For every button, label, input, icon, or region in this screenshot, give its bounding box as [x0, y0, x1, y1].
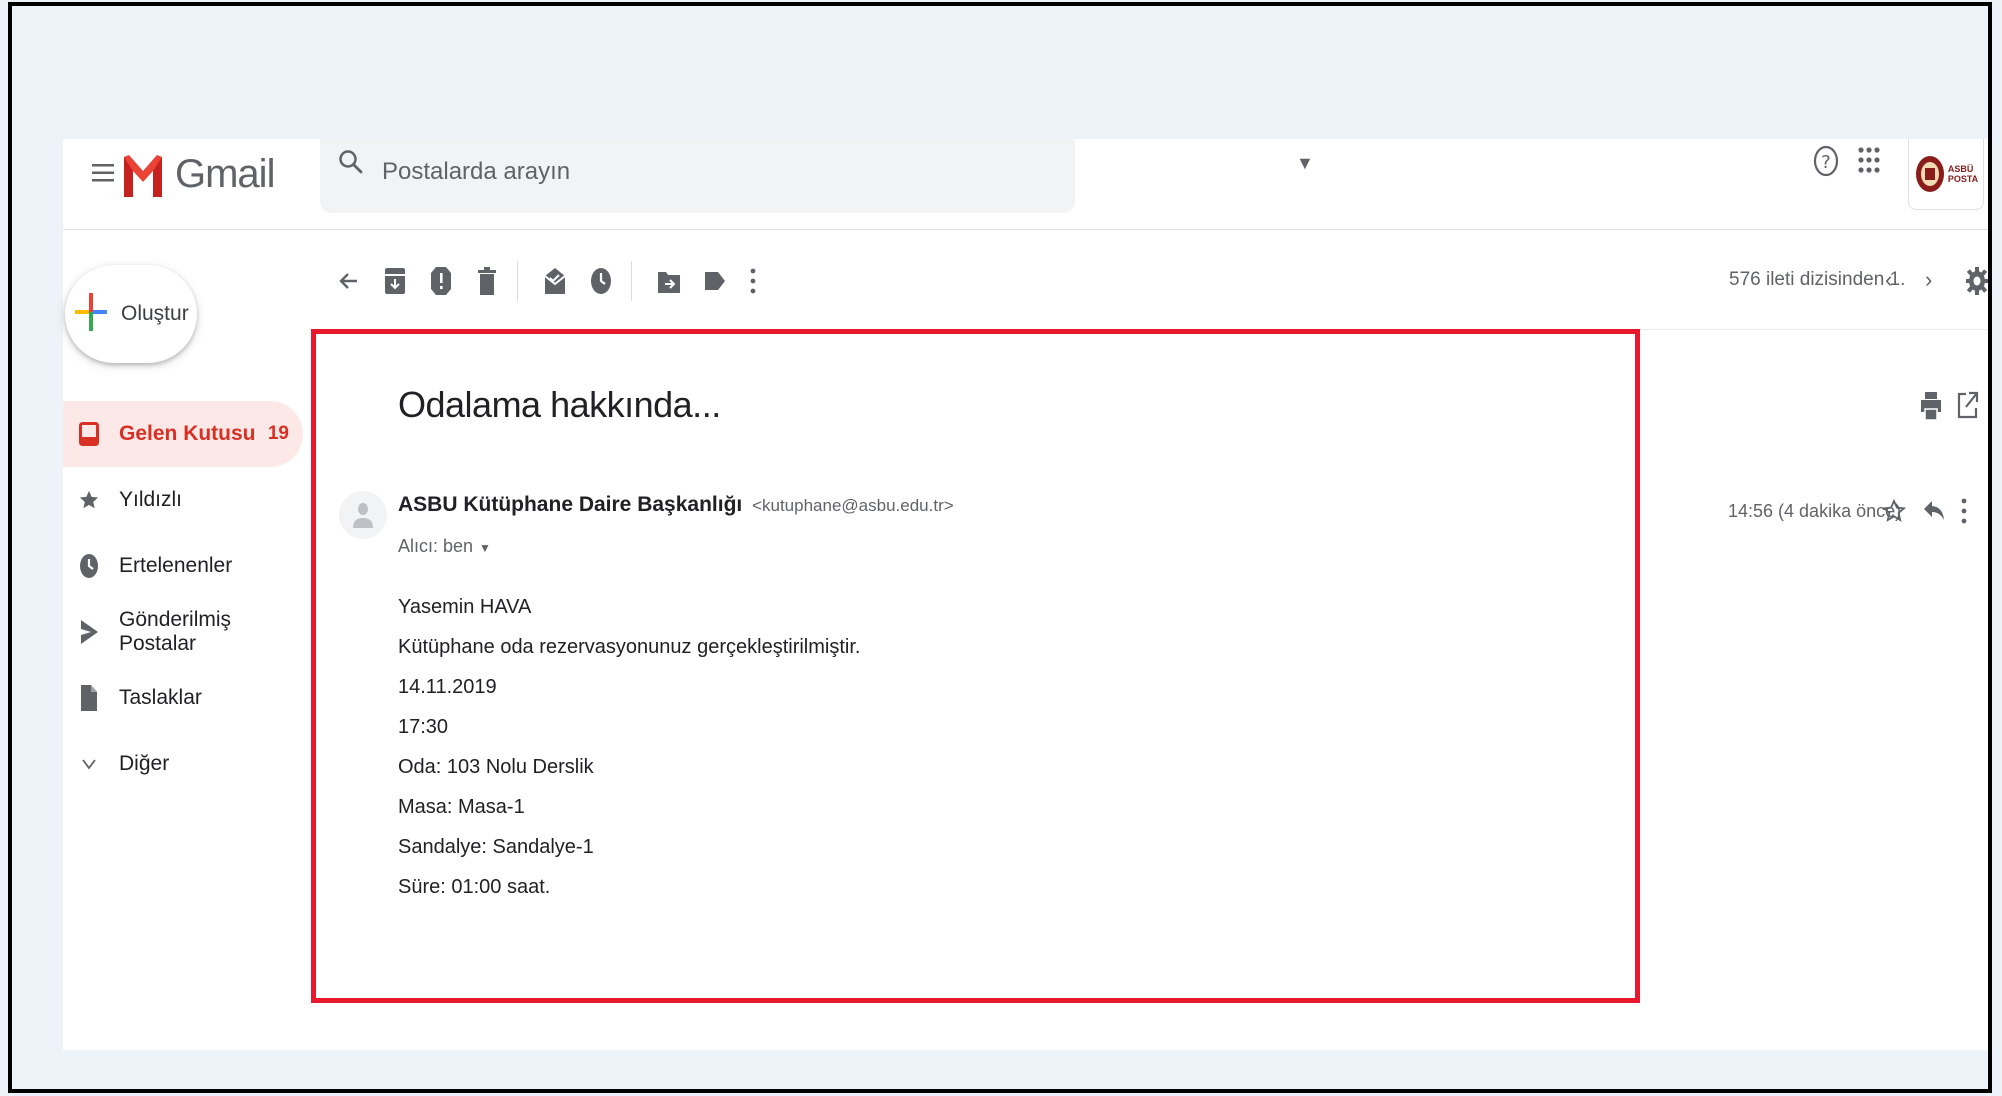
sidebar-item-label: Yıldızlı	[119, 488, 183, 511]
search-icon[interactable]	[338, 149, 364, 180]
account-button[interactable]: ASBÜ POSTA	[1908, 139, 1984, 210]
sender-info: ASBU Kütüphane Daire Başkanlığı <kutupha…	[398, 493, 954, 517]
previous-page-chevron-icon[interactable]: ‹	[1885, 267, 1892, 293]
email-body-line: Masa: Masa-1	[398, 796, 525, 818]
print-icon[interactable]	[1920, 391, 1942, 426]
recipient-caret-icon[interactable]: ▼	[479, 541, 491, 555]
recipient-details[interactable]: Alıcı: ben ▼	[398, 536, 491, 557]
email-body-line: Oda: 103 Nolu Derslik	[398, 756, 594, 778]
sidebar-item-starred[interactable]: Yıldızlı	[63, 467, 303, 533]
menu-icon[interactable]	[79, 149, 127, 197]
back-arrow-icon[interactable]	[331, 263, 367, 299]
sidebar-item-inbox[interactable]: Gelen Kutusu 19	[63, 401, 303, 467]
email-body-line: Yasemin HAVA	[398, 596, 532, 618]
search-input[interactable]	[380, 151, 1004, 193]
sidebar-item-sent[interactable]: Gönderilmiş Postalar	[63, 599, 303, 665]
more-vertical-icon[interactable]	[1961, 497, 1967, 530]
sender-name[interactable]: ASBU Kütüphane Daire Başkanlığı	[398, 493, 742, 516]
sidebar-item-label: Taslaklar	[119, 686, 202, 709]
open-in-new-window-icon[interactable]	[1957, 391, 1979, 424]
unread-count-badge: 19	[267, 423, 289, 444]
email-body-line: 14.11.2019	[398, 676, 497, 698]
clock-icon	[77, 554, 101, 578]
search-bar[interactable]: ▼	[320, 139, 1314, 213]
account-logo-text-1: ASBÜ	[1947, 164, 1974, 174]
reply-icon[interactable]	[1922, 497, 1946, 528]
draft-icon	[77, 685, 101, 711]
star-outline-icon[interactable]	[1881, 497, 1907, 530]
app-name: Gmail	[175, 151, 275, 196]
asbu-posta-logo: ASBÜ POSTA	[1914, 154, 1978, 194]
email-subject: Odalama hakkında...	[398, 384, 721, 425]
toolbar-divider	[313, 329, 1988, 330]
settings-gear-icon[interactable]	[1959, 263, 1995, 299]
email-timestamp: 14:56 (4 dakika önce)	[1728, 501, 1902, 521]
sidebar-item-label: Gelen Kutusu	[119, 422, 256, 445]
header: Gmail ▼ ?	[63, 139, 1988, 229]
send-icon	[77, 620, 101, 644]
toolbar-separator	[517, 261, 518, 301]
sidebar-item-label: Diğer	[119, 752, 170, 775]
person-icon	[353, 503, 373, 528]
plus-icon	[75, 291, 107, 338]
apps-grid-icon[interactable]	[1856, 145, 1882, 180]
delete-icon[interactable]	[469, 263, 505, 299]
sidebar-item-more[interactable]: Diğer	[63, 731, 303, 797]
sender-avatar	[339, 491, 387, 539]
archive-icon[interactable]	[377, 263, 413, 299]
search-options-caret-icon[interactable]: ▼	[1296, 153, 1314, 174]
report-spam-icon[interactable]	[423, 263, 459, 299]
sender-email: <kutuphane@asbu.edu.tr>	[752, 496, 954, 515]
email-body-line: 17:30	[398, 716, 449, 738]
pagination-info: 576 ileti dizisinden 1.	[1729, 269, 1906, 290]
next-page-chevron-icon[interactable]: ›	[1925, 267, 1932, 293]
gmail-logo[interactable]: Gmail	[121, 139, 275, 209]
email-body: Yasemin HAVA Kütüphane oda rezervasyonun…	[398, 587, 860, 907]
header-divider	[63, 229, 1988, 230]
gmail-app: Gmail ▼ ?	[63, 139, 1988, 1050]
compose-button[interactable]: Oluştur	[65, 265, 197, 363]
sidebar-nav: Gelen Kutusu 19 Yıldızlı Ertelenenler Gö…	[63, 401, 303, 797]
inbox-icon	[77, 422, 101, 446]
svg-text:?: ?	[1821, 152, 1831, 173]
label-icon[interactable]	[697, 263, 733, 299]
sidebar-item-label: Ertelenenler	[119, 554, 233, 577]
email-body-line: Süre: 01:00 saat.	[398, 876, 551, 898]
chevron-down-icon	[77, 752, 101, 776]
account-logo-text-2: POSTA	[1947, 174, 1979, 184]
screenshot-frame: Gmail ▼ ?	[8, 2, 1992, 1093]
snooze-clock-icon[interactable]	[583, 263, 619, 299]
move-to-folder-icon[interactable]	[651, 263, 687, 299]
gmail-m-icon	[124, 155, 162, 197]
email-body-line: Sandalye: Sandalye-1	[398, 836, 594, 858]
more-vertical-icon[interactable]	[735, 263, 771, 299]
sidebar-item-label: Gönderilmiş Postalar	[119, 608, 232, 655]
sidebar-item-snoozed[interactable]: Ertelenenler	[63, 533, 303, 599]
help-icon[interactable]: ?	[1811, 143, 1841, 184]
compose-label: Oluştur	[121, 302, 189, 325]
recipient-label: Alıcı: ben	[398, 536, 474, 556]
sidebar-item-drafts[interactable]: Taslaklar	[63, 665, 303, 731]
star-icon	[77, 488, 101, 512]
toolbar-separator	[631, 261, 632, 301]
email-body-line: Kütüphane oda rezervasyonunuz gerçekleşt…	[398, 636, 861, 658]
mark-unread-icon[interactable]	[537, 263, 573, 299]
